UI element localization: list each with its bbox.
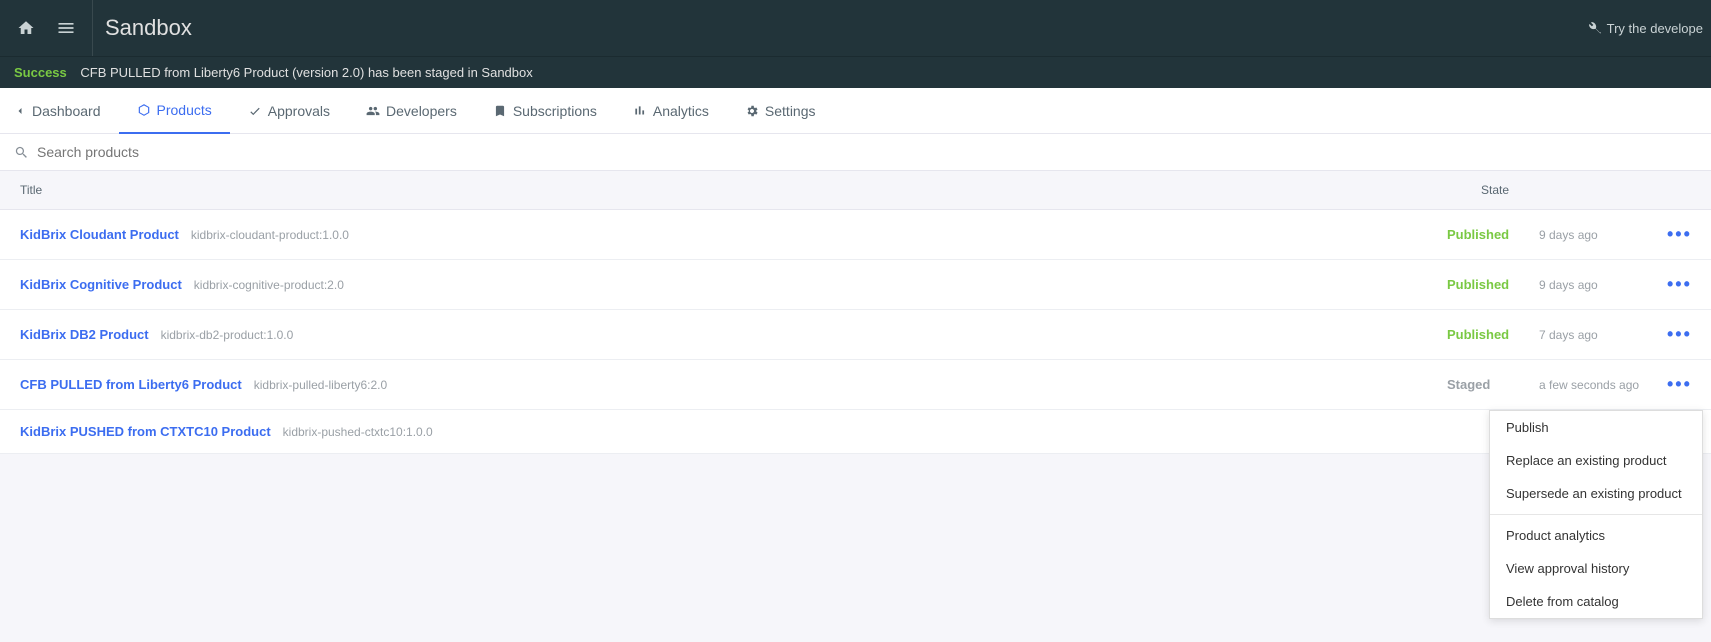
tab-products-label: Products bbox=[157, 102, 212, 118]
tab-dashboard[interactable]: Dashboard bbox=[14, 88, 119, 134]
product-state: Published bbox=[1447, 327, 1529, 342]
search-row bbox=[0, 134, 1711, 171]
page-title: Sandbox bbox=[105, 15, 192, 41]
topbar-divider bbox=[92, 0, 93, 56]
menu-publish[interactable]: Publish bbox=[1490, 411, 1702, 444]
product-state: Published bbox=[1447, 277, 1529, 292]
notice-message: CFB PULLED from Liberty6 Product (versio… bbox=[80, 65, 532, 80]
wrench-icon bbox=[1585, 20, 1601, 36]
product-name-link[interactable]: KidBrix DB2 Product bbox=[20, 327, 149, 342]
product-state: Published bbox=[1447, 227, 1529, 242]
notice-status: Success bbox=[14, 65, 67, 80]
product-row: KidBrix DB2 Product kidbrix-db2-product:1… bbox=[0, 310, 1711, 360]
tab-developers-label: Developers bbox=[386, 103, 457, 119]
search-input[interactable] bbox=[37, 144, 1697, 160]
product-name-link[interactable]: KidBrix Cognitive Product bbox=[20, 277, 182, 292]
product-time: a few seconds ago bbox=[1539, 378, 1649, 392]
header-title: Title bbox=[20, 183, 1481, 197]
product-list: KidBrix Cloudant Product kidbrix-cloudant… bbox=[0, 210, 1711, 454]
try-developer-label: Try the develope bbox=[1607, 21, 1703, 36]
menu-analytics[interactable]: Product analytics bbox=[1490, 519, 1702, 552]
product-name-link[interactable]: KidBrix PUSHED from CTXTC10 Product bbox=[20, 424, 271, 439]
arrow-left-icon bbox=[14, 105, 26, 117]
tab-settings-label: Settings bbox=[765, 103, 816, 119]
tab-developers[interactable]: Developers bbox=[348, 88, 475, 134]
product-slug: kidbrix-cloudant-product:1.0.0 bbox=[191, 228, 349, 242]
tabbar: Dashboard Products Approvals Developers … bbox=[0, 88, 1711, 134]
tab-settings[interactable]: Settings bbox=[727, 88, 834, 134]
tab-subscriptions[interactable]: Subscriptions bbox=[475, 88, 615, 134]
product-name-link[interactable]: KidBrix Cloudant Product bbox=[20, 227, 179, 242]
menu-supersede[interactable]: Supersede an existing product bbox=[1490, 477, 1702, 510]
row-actions-icon[interactable]: ••• bbox=[1667, 324, 1691, 345]
header-state: State bbox=[1481, 183, 1691, 197]
tab-approvals-label: Approvals bbox=[268, 103, 330, 119]
row-actions-icon[interactable]: ••• bbox=[1667, 274, 1691, 295]
tab-products[interactable]: Products bbox=[119, 88, 230, 134]
tab-subscriptions-label: Subscriptions bbox=[513, 103, 597, 119]
bookmark-icon bbox=[493, 104, 507, 118]
gear-icon bbox=[745, 104, 759, 118]
product-row: KidBrix Cognitive Product kidbrix-cogniti… bbox=[0, 260, 1711, 310]
product-time: 7 days ago bbox=[1539, 328, 1649, 342]
check-icon bbox=[248, 104, 262, 118]
notice-bar: Success CFB PULLED from Liberty6 Product… bbox=[0, 56, 1711, 88]
product-slug: kidbrix-pushed-ctxtc10:1.0.0 bbox=[283, 425, 433, 439]
tab-analytics-label: Analytics bbox=[653, 103, 709, 119]
product-state: Staged bbox=[1447, 377, 1529, 392]
list-header: Title State bbox=[0, 171, 1711, 210]
menu-icon[interactable] bbox=[46, 8, 86, 48]
tab-analytics[interactable]: Analytics bbox=[615, 88, 727, 134]
menu-delete[interactable]: Delete from catalog bbox=[1490, 585, 1702, 618]
product-row: KidBrix Cloudant Product kidbrix-cloudant… bbox=[0, 210, 1711, 260]
context-menu: Publish Replace an existing product Supe… bbox=[1489, 410, 1703, 619]
tab-approvals[interactable]: Approvals bbox=[230, 88, 348, 134]
topbar: Sandbox Try the develope bbox=[0, 0, 1711, 56]
product-slug: kidbrix-pulled-liberty6:2.0 bbox=[254, 378, 387, 392]
product-row: CFB PULLED from Liberty6 Product kidbrix-… bbox=[0, 360, 1711, 410]
product-time: 9 days ago bbox=[1539, 228, 1649, 242]
menu-history[interactable]: View approval history bbox=[1490, 552, 1702, 585]
people-icon bbox=[366, 104, 380, 118]
product-name-link[interactable]: CFB PULLED from Liberty6 Product bbox=[20, 377, 242, 392]
tab-dashboard-label: Dashboard bbox=[32, 103, 101, 119]
row-actions-icon[interactable]: ••• bbox=[1667, 374, 1691, 395]
menu-replace[interactable]: Replace an existing product bbox=[1490, 444, 1702, 477]
product-slug: kidbrix-db2-product:1.0.0 bbox=[161, 328, 294, 342]
try-developer-link[interactable]: Try the develope bbox=[1585, 20, 1711, 36]
product-row: KidBrix PUSHED from CTXTC10 Product kidbr… bbox=[0, 410, 1711, 454]
search-icon bbox=[14, 145, 29, 160]
bar-chart-icon bbox=[633, 104, 647, 118]
home-icon[interactable] bbox=[6, 8, 46, 48]
product-slug: kidbrix-cognitive-product:2.0 bbox=[194, 278, 344, 292]
product-time: 9 days ago bbox=[1539, 278, 1649, 292]
row-actions-icon[interactable]: ••• bbox=[1667, 224, 1691, 245]
menu-divider bbox=[1490, 514, 1702, 515]
products-icon bbox=[137, 103, 151, 117]
